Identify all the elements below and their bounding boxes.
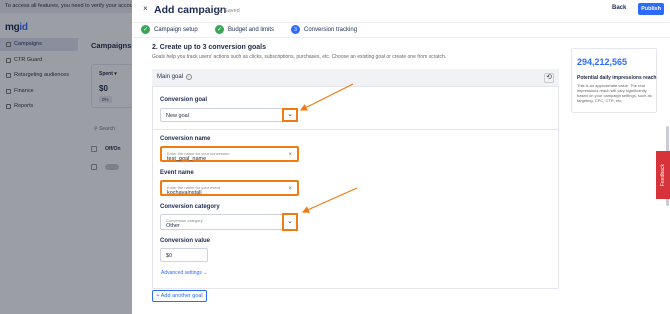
add-another-goal-button[interactable]: + Add another goal	[152, 290, 207, 302]
goals-section-description: Goals help you track users' actions such…	[152, 54, 447, 60]
conversion-goal-select[interactable]: New goal	[160, 108, 298, 122]
check-icon: ✓	[141, 25, 150, 34]
category-value: Other	[166, 223, 180, 229]
step-label: Campaign setup	[154, 26, 198, 33]
goals-section-title: 2. Create up to 3 conversion goals	[152, 44, 266, 51]
conversion-value-value: $0	[166, 253, 173, 259]
modal-overlay[interactable]	[0, 0, 132, 314]
back-button[interactable]: Back	[612, 5, 626, 11]
step-number: 3	[291, 25, 300, 34]
event-name-label: Event name	[160, 170, 194, 176]
conversion-value-input[interactable]: $0	[160, 248, 208, 262]
conversion-category-label: Conversion category	[160, 204, 220, 210]
impressions-value: 294,212,565	[577, 57, 628, 67]
feedback-tab[interactable]: Feedback	[656, 151, 670, 199]
event-name-input[interactable]: Enter the name for your event kochavainst…	[160, 180, 299, 196]
stepper	[133, 22, 670, 38]
conversion-name-input[interactable]: Enter the name for your conversion test_g…	[160, 146, 299, 162]
step-label: Budget and limits	[228, 26, 275, 33]
info-icon[interactable]: i	[186, 74, 192, 80]
clear-icon[interactable]: ×	[288, 152, 292, 158]
step-label: Conversion tracking	[304, 26, 358, 33]
clear-icon[interactable]: ×	[288, 186, 292, 192]
saved-status: ☁ Saved	[217, 8, 240, 14]
step-conversion-tracking[interactable]: 3 Conversion tracking	[291, 25, 357, 34]
advanced-settings-link[interactable]: Advanced settings ⌄	[161, 270, 207, 276]
conversion-category-select[interactable]: Conversion category Other	[160, 214, 298, 230]
check-icon: ✓	[215, 25, 224, 34]
event-name-value: kochavainstall	[167, 190, 202, 196]
chevron-down-icon[interactable]: ⌄	[282, 108, 298, 122]
saved-label: Saved	[224, 8, 240, 14]
conversion-goal-label: Conversion goal	[160, 97, 208, 103]
panel-title: Add campaign	[154, 4, 227, 16]
chevron-down-icon[interactable]: ⌄	[282, 213, 298, 231]
main-goal-header	[152, 69, 559, 87]
conversion-value-label: Conversion value	[160, 238, 211, 244]
publish-button[interactable]: Publish	[638, 3, 664, 15]
conversion-name-value: test_goal_name	[167, 156, 207, 162]
divider	[153, 129, 558, 130]
impressions-title: Potential daily impressions reach	[577, 75, 657, 81]
close-icon[interactable]: ×	[143, 4, 148, 13]
main-goal-box	[152, 69, 559, 289]
main-goal-label: Main goal	[157, 74, 184, 80]
conversion-name-label: Conversion name	[160, 136, 211, 142]
step-budget-limits[interactable]: ✓ Budget and limits	[215, 25, 274, 34]
reset-icon[interactable]: ⟲	[544, 73, 554, 83]
step-campaign-setup[interactable]: ✓ Campaign setup	[141, 25, 198, 34]
conversion-goal-value: New goal	[166, 113, 189, 119]
impressions-description: This is an approximate value. The real i…	[577, 83, 652, 103]
